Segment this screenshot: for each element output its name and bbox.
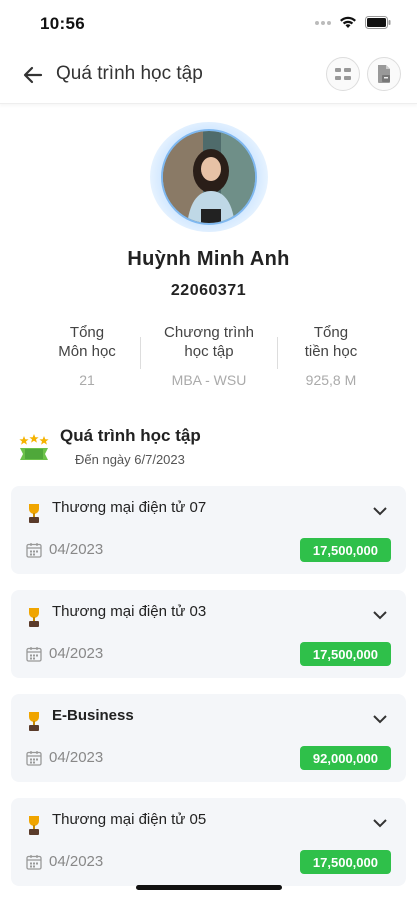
- home-indicator[interactable]: [136, 885, 282, 890]
- trophy-icon: [29, 504, 39, 523]
- section-header: Quá trình học tập Đến ngày 6/7/2023: [18, 424, 398, 474]
- status-bar: 10:56: [0, 0, 417, 46]
- document-icon: [378, 65, 390, 83]
- stat-value: 21: [79, 372, 95, 388]
- avatar[interactable]: [161, 129, 257, 225]
- stat-label-line2: Môn học: [58, 343, 116, 360]
- course-name: Thương mại điện tử 07: [52, 499, 207, 516]
- trophy-icon: [29, 712, 39, 731]
- student-name: Huỳnh Minh Anh: [127, 248, 290, 270]
- course-card[interactable]: E-Business 04/2023 92,000,000: [11, 694, 406, 782]
- stat-label-line1: Chương trình: [164, 324, 254, 341]
- status-icons: [315, 16, 391, 29]
- back-arrow-icon: [23, 66, 43, 84]
- section-title: Quá trình học tập: [60, 426, 201, 445]
- document-button[interactable]: [367, 57, 401, 91]
- stats-row: Tổng Môn học 21 Chương trình học tập MBA…: [34, 323, 384, 393]
- section-subtitle: Đến ngày 6/7/2023: [75, 452, 185, 467]
- course-date: 04/2023: [49, 541, 104, 558]
- expand-button[interactable]: [372, 711, 388, 727]
- fee-badge: 92,000,000: [299, 746, 391, 770]
- fee-badge: 17,500,000: [299, 538, 391, 562]
- grid-view-button[interactable]: [326, 57, 360, 91]
- stat-label-line2: tiền học: [304, 343, 358, 360]
- expand-button[interactable]: [372, 815, 388, 831]
- course-name: E-Business: [52, 707, 134, 724]
- fee-badge: 17,500,000: [299, 642, 391, 666]
- chevron-down-icon: [373, 610, 387, 619]
- chevron-down-icon: [373, 714, 387, 723]
- trophy-icon: [29, 608, 39, 627]
- course-card[interactable]: Thương mại điện tử 07 04/2023 17,500,000: [11, 486, 406, 574]
- stat-program: Chương trình học tập MBA - WSU: [140, 323, 278, 393]
- trophy-icon: [29, 816, 39, 835]
- fee-badge: 17,500,000: [299, 850, 391, 874]
- calendar-icon: [26, 855, 42, 870]
- course-date: 04/2023: [49, 645, 104, 662]
- chevron-down-icon: [373, 506, 387, 515]
- signal-dots-icon: [315, 20, 331, 25]
- course-date: 04/2023: [49, 749, 104, 766]
- battery-icon: [365, 16, 391, 29]
- stat-label-line2: học tập: [184, 343, 234, 360]
- back-button[interactable]: [18, 60, 48, 90]
- course-name: Thương mại điện tử 05: [52, 811, 207, 828]
- stat-label-line1: Tổng: [313, 324, 349, 341]
- course-name: Thương mại điện tử 03: [52, 603, 207, 620]
- grid-icon: [335, 68, 351, 80]
- course-card[interactable]: Thương mại điện tử 03 04/2023 17,500,000: [11, 590, 406, 678]
- stat-divider: [140, 337, 142, 369]
- status-time: 10:56: [40, 14, 85, 33]
- page-title: Quá trình học tập: [56, 63, 203, 84]
- calendar-icon: [26, 647, 42, 662]
- calendar-icon: [26, 751, 42, 766]
- expand-button[interactable]: [372, 607, 388, 623]
- stat-value: MBA - WSU: [171, 372, 247, 388]
- course-date: 04/2023: [49, 853, 104, 870]
- expand-button[interactable]: [372, 503, 388, 519]
- avatar-ring: [150, 122, 268, 232]
- student-id: 22060371: [170, 282, 247, 299]
- app-bar: Quá trình học tập: [0, 46, 417, 104]
- stat-value: 925,8 M: [305, 372, 357, 388]
- stars-badge-icon: [19, 434, 49, 460]
- calendar-icon: [26, 543, 42, 558]
- chevron-down-icon: [373, 818, 387, 827]
- profile-photo: [163, 131, 255, 223]
- stat-total-subjects: Tổng Môn học 21: [34, 323, 140, 393]
- wifi-icon: [340, 16, 356, 28]
- course-card[interactable]: Thương mại điện tử 05 04/2023 17,500,000: [11, 798, 406, 886]
- stat-label-line1: Tổng: [69, 324, 105, 341]
- stat-total-tuition: Tổng tiền học 925,8 M: [278, 323, 384, 393]
